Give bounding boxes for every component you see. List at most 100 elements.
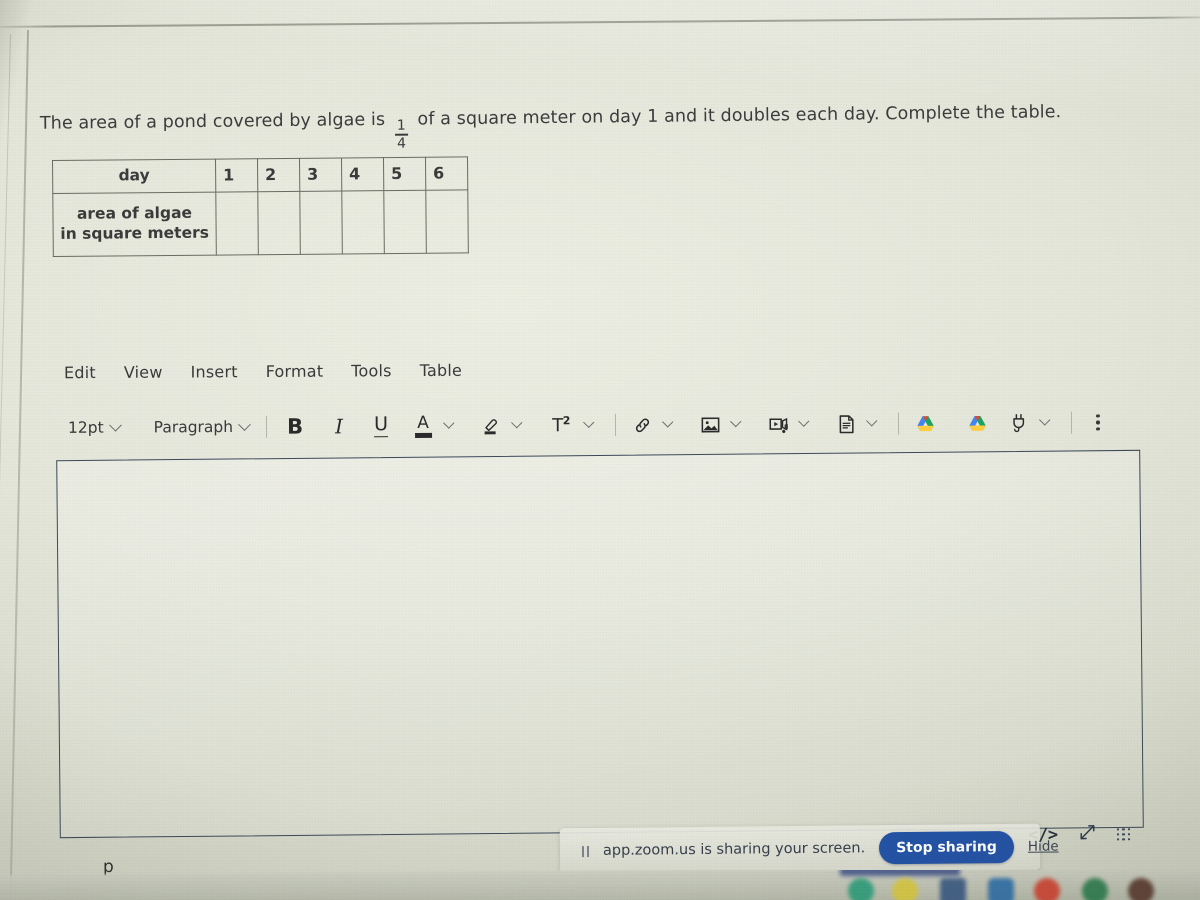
editor-menubar: Edit View Insert Format Tools Table xyxy=(62,360,464,383)
taskbar-icon-chrome[interactable] xyxy=(1034,878,1060,900)
zoom-screen-share-bar: app.zoom.us is sharing your screen. Stop… xyxy=(559,823,1059,875)
block-format-select[interactable]: Paragraph xyxy=(150,416,254,439)
chevron-down-icon xyxy=(798,415,810,427)
menu-item-tools[interactable]: Tools xyxy=(349,360,394,381)
table-row-header-area-line1: area of algae xyxy=(76,203,193,223)
question-prefix: The area of a pond covered by algae is xyxy=(39,109,386,134)
table-row-area: area of algae in square meters xyxy=(52,189,469,257)
table-row-header-area-line2: in square meters xyxy=(60,223,209,243)
table-cell-day-4: 4 xyxy=(341,157,384,191)
editor-toolbar: 12pt Paragraph B I U A T2 xyxy=(64,403,1154,447)
menu-item-insert[interactable]: Insert xyxy=(189,361,240,382)
document-icon xyxy=(839,414,854,433)
text-color-swatch xyxy=(414,432,432,438)
insert-media-button[interactable] xyxy=(765,410,791,438)
drag-grip-icon[interactable] xyxy=(1116,827,1131,841)
fraction-numerator: 1 xyxy=(396,117,406,135)
table-row-header-day: day xyxy=(52,159,216,194)
table-cell-area-3 xyxy=(299,190,343,255)
table-cell-day-1: 1 xyxy=(215,158,258,193)
google-drive-icon xyxy=(968,415,986,431)
table-cell-day-6: 6 xyxy=(425,156,468,191)
plugin-button[interactable] xyxy=(1006,409,1032,437)
editor-text-area[interactable] xyxy=(56,449,1144,839)
more-options-icon xyxy=(1096,413,1100,431)
link-icon xyxy=(635,418,649,432)
table-cell-day-5: 5 xyxy=(383,157,426,191)
plugin-dropdown[interactable] xyxy=(1032,409,1058,437)
text-color-letter: A xyxy=(417,412,429,433)
chevron-down-icon xyxy=(730,416,742,427)
italic-button[interactable]: I xyxy=(326,412,352,440)
table-cell-area-5 xyxy=(383,190,427,254)
toolbar-divider xyxy=(614,413,617,436)
algae-table-container: day 1 2 3 4 5 6 area of algae in square … xyxy=(52,156,469,257)
stop-sharing-button[interactable]: Stop sharing xyxy=(878,830,1015,865)
superscript-button[interactable]: T2 xyxy=(546,411,576,439)
insert-image-button[interactable] xyxy=(697,410,723,438)
superscript-base: T xyxy=(552,415,563,437)
more-options-button[interactable] xyxy=(1085,408,1111,436)
google-drive-button[interactable] xyxy=(912,409,938,437)
insert-document-button[interactable] xyxy=(833,410,859,438)
table-cell-area-4 xyxy=(341,190,385,254)
font-size-select[interactable]: 12pt xyxy=(64,417,124,439)
taskbar-window-shadow xyxy=(840,870,960,876)
google-drive-icon xyxy=(916,415,934,431)
superscript-dropdown[interactable] xyxy=(576,411,602,439)
menu-item-edit[interactable]: Edit xyxy=(62,362,98,383)
chevron-down-icon xyxy=(1039,414,1051,426)
os-taskbar xyxy=(0,870,1200,900)
insert-link-dropdown[interactable] xyxy=(655,411,681,439)
taskbar-icon-blue-window[interactable] xyxy=(940,878,966,900)
share-status-message: app.zoom.us is sharing your screen. xyxy=(602,840,866,859)
menu-item-table[interactable]: Table xyxy=(418,360,465,381)
menu-item-format[interactable]: Format xyxy=(264,361,326,382)
highlight-icon xyxy=(484,419,498,435)
text-color-dropdown[interactable] xyxy=(436,412,462,440)
underline-button[interactable]: U xyxy=(368,412,394,440)
resize-button[interactable] xyxy=(1076,822,1097,848)
taskbar-strip xyxy=(0,870,1200,900)
taskbar-icon-yellow[interactable] xyxy=(892,878,918,900)
insert-link-button[interactable] xyxy=(629,411,655,439)
highlight-button[interactable] xyxy=(478,412,504,440)
text-color-icon: A xyxy=(414,412,432,438)
taskbar-icon-brown[interactable] xyxy=(1128,878,1154,900)
insert-media-dropdown[interactable] xyxy=(791,410,817,438)
superscript-icon: T2 xyxy=(552,414,570,436)
fraction-one-fourth: 1 4 xyxy=(394,117,408,152)
image-icon xyxy=(701,416,719,432)
table-cell-day-3: 3 xyxy=(299,157,342,192)
bold-button[interactable]: B xyxy=(280,413,310,441)
italic-icon: I xyxy=(335,414,344,439)
fraction-denominator: 4 xyxy=(396,135,407,152)
insert-image-dropdown[interactable] xyxy=(723,410,749,438)
plugin-icon xyxy=(1013,414,1025,433)
table-row-days: day 1 2 3 4 5 6 xyxy=(52,156,468,194)
table-row-header-area: area of algae in square meters xyxy=(52,192,217,257)
resize-handle-icon xyxy=(1080,825,1095,840)
hide-share-bar-link[interactable]: Hide xyxy=(1028,839,1059,855)
insert-document-dropdown[interactable] xyxy=(859,410,885,438)
chevron-down-icon xyxy=(511,417,523,428)
chevron-down-icon xyxy=(662,416,674,428)
media-icon xyxy=(769,417,788,433)
text-color-button[interactable]: A xyxy=(410,412,436,440)
font-size-value: 12pt xyxy=(67,418,104,437)
pause-icon[interactable] xyxy=(581,845,590,857)
menu-item-view[interactable]: View xyxy=(122,362,165,383)
toolbar-divider xyxy=(1070,411,1073,434)
taskbar-icon-teal[interactable] xyxy=(848,878,874,900)
superscript-exponent: 2 xyxy=(562,414,570,428)
block-format-value: Paragraph xyxy=(153,417,234,437)
taskbar-icon-green[interactable] xyxy=(1082,878,1108,900)
algae-data-table: day 1 2 3 4 5 6 area of algae in square … xyxy=(52,156,469,257)
bold-icon: B xyxy=(286,414,304,439)
chevron-down-icon xyxy=(583,416,595,428)
google-drive-secondary-button[interactable] xyxy=(964,409,990,437)
table-cell-day-2: 2 xyxy=(257,158,300,192)
highlight-dropdown[interactable] xyxy=(504,411,530,439)
taskbar-icon-envelope[interactable] xyxy=(988,878,1014,900)
table-cell-area-2 xyxy=(257,191,301,255)
